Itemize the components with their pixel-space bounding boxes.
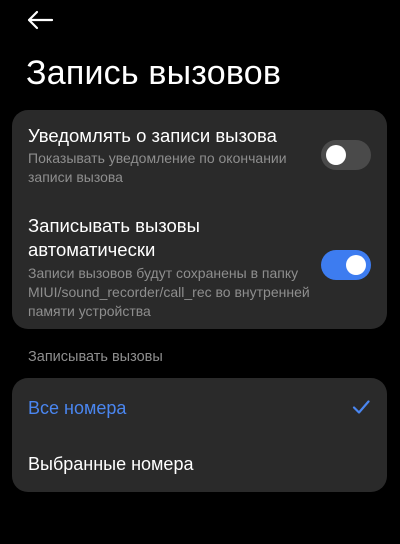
toggle-knob bbox=[346, 255, 366, 275]
option-selected-numbers-label: Выбранные номера bbox=[28, 454, 194, 474]
back-button[interactable] bbox=[22, 4, 58, 36]
option-all-numbers-label: Все номера bbox=[28, 398, 127, 418]
record-options-card: Все номера Выбранные номера bbox=[12, 378, 387, 492]
auto-record-setting-row[interactable]: Записывать вызовы автоматически Записи в… bbox=[12, 214, 387, 322]
checkmark-icon bbox=[352, 400, 370, 414]
page-title: Запись вызовов bbox=[26, 54, 282, 92]
notify-toggle[interactable] bbox=[321, 140, 371, 170]
auto-record-toggle[interactable] bbox=[321, 250, 371, 280]
option-selected-numbers[interactable]: Выбранные номера bbox=[12, 436, 387, 492]
notify-setting-description: Показывать уведомление по окончании запи… bbox=[28, 150, 287, 185]
record-section-header: Записывать вызовы bbox=[28, 349, 163, 365]
notify-setting-row[interactable]: Уведомлять о записи вызова Показывать ув… bbox=[12, 124, 387, 202]
notify-setting-title: Уведомлять о записи вызова bbox=[28, 125, 277, 146]
auto-record-setting-description: Записи вызовов будут сохранены в папку M… bbox=[28, 265, 310, 319]
settings-card: Уведомлять о записи вызова Показывать ув… bbox=[12, 110, 387, 329]
auto-record-setting-title: Записывать вызовы автоматически bbox=[28, 215, 200, 260]
arrow-left-icon bbox=[27, 10, 54, 30]
toggle-knob bbox=[326, 145, 346, 165]
option-all-numbers[interactable]: Все номера bbox=[12, 380, 387, 436]
